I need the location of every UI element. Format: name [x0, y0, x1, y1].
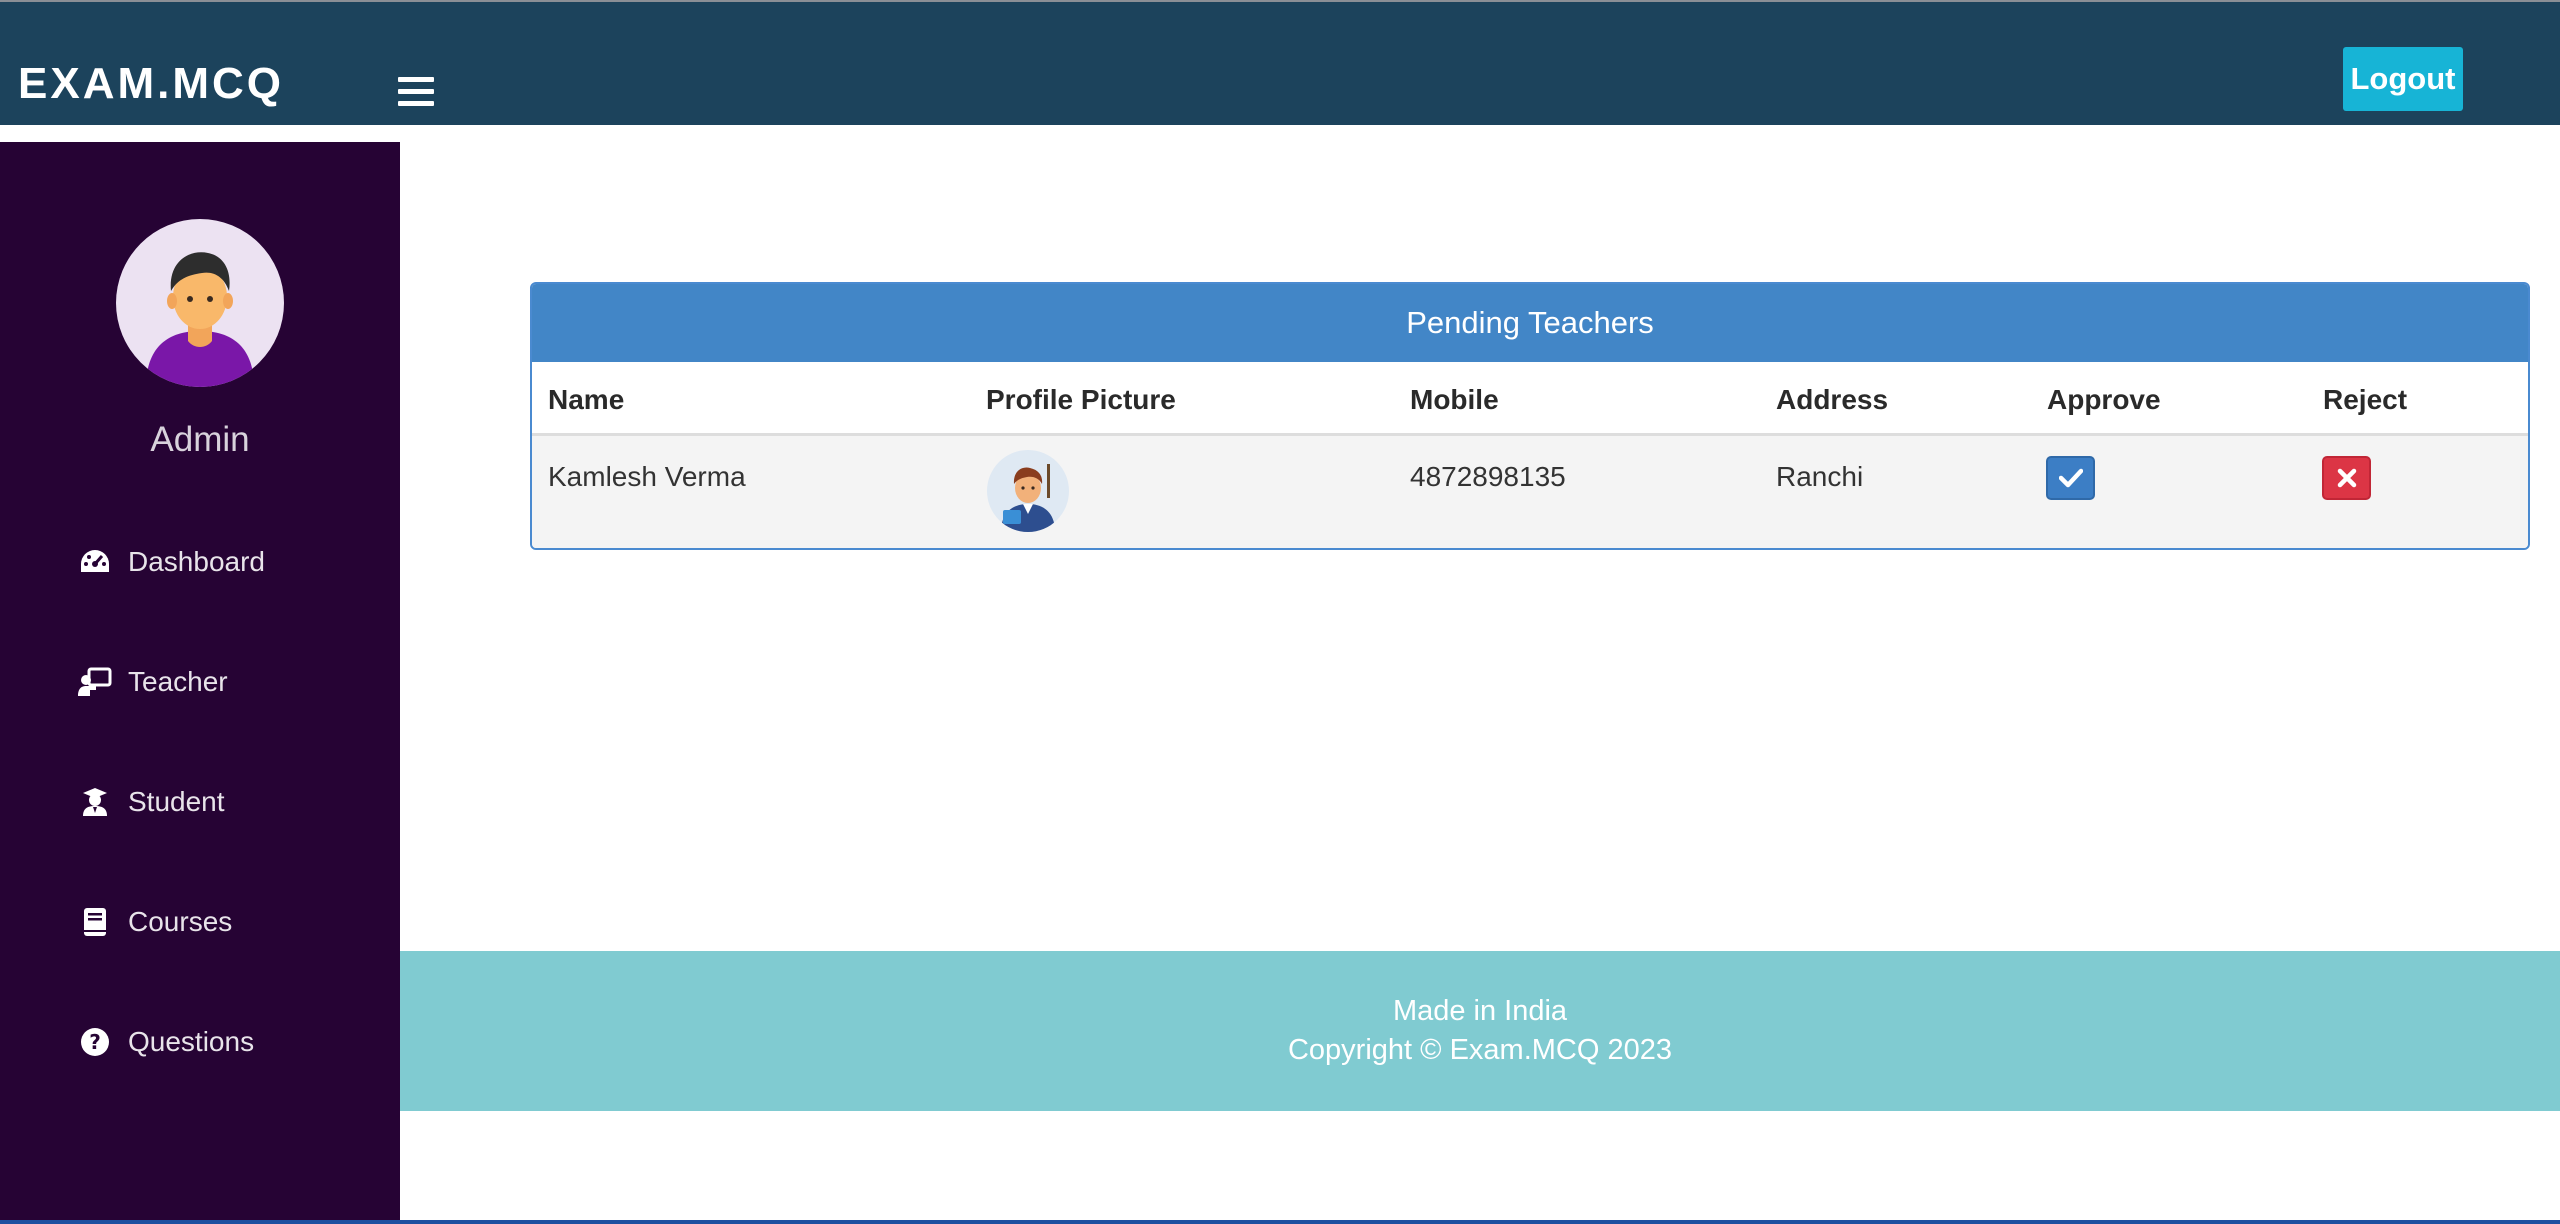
sidebar-item-student[interactable]: Student — [78, 777, 225, 827]
panel-title: Pending Teachers — [532, 284, 2528, 362]
admin-avatar — [116, 219, 284, 387]
sidebar: Admin Dashboard Teacher Student Courses … — [0, 142, 400, 1224]
column-header-address: Address — [1776, 384, 1889, 415]
teacher-avatar-icon — [1001, 464, 1055, 532]
footer: Made in India Copyright © Exam.MCQ 2023 — [400, 951, 2560, 1111]
sidebar-item-label: Questions — [128, 1026, 255, 1057]
menu-toggle-icon[interactable] — [398, 77, 436, 109]
sidebar-item-questions[interactable]: ? Questions — [78, 1017, 254, 1067]
sidebar-item-dashboard[interactable]: Dashboard — [78, 537, 265, 587]
top-navbar: EXAM.MCQ Logout — [0, 0, 2560, 125]
question-circle-icon: ? — [78, 1025, 112, 1059]
bottom-border — [0, 1220, 2560, 1224]
checkmark-icon — [2058, 468, 2083, 488]
column-header-reject: Reject — [2323, 384, 2408, 415]
admin-name: Admin — [150, 420, 250, 459]
table-row: Kamlesh Verma 4872898135 Ranchi — [532, 436, 2528, 548]
logout-button[interactable]: Logout — [2343, 47, 2463, 111]
student-icon — [78, 785, 112, 819]
footer-made-in: Made in India — [1392, 995, 1568, 1027]
sidebar-item-label: Courses — [128, 906, 233, 937]
svg-text:?: ? — [89, 1030, 101, 1054]
approve-button[interactable] — [2046, 456, 2095, 500]
user-avatar-icon — [146, 252, 254, 387]
teacher-mobile: 4872898135 — [1410, 461, 1566, 492]
sidebar-item-label: Teacher — [128, 666, 228, 697]
teacher-address: Ranchi — [1776, 461, 1864, 492]
brand-logo[interactable]: EXAM.MCQ — [18, 60, 284, 108]
sidebar-item-label: Dashboard — [128, 546, 265, 577]
close-icon — [2337, 468, 2356, 488]
book-icon — [78, 905, 112, 939]
reject-button[interactable] — [2322, 456, 2371, 500]
column-header-approve: Approve — [2047, 384, 2161, 415]
column-header-profile-picture: Profile Picture — [986, 384, 1176, 415]
dashboard-icon — [78, 545, 112, 579]
pending-teachers-panel: Pending Teachers Name Profile Picture Mo… — [530, 282, 2530, 550]
column-header-mobile: Mobile — [1410, 384, 1499, 415]
teacher-icon — [78, 665, 112, 699]
column-header-name: Name — [548, 384, 625, 415]
teacher-name: Kamlesh Verma — [548, 461, 746, 492]
table-header: Name Profile Picture Mobile Address Appr… — [532, 362, 2528, 436]
sidebar-item-teacher[interactable]: Teacher — [78, 657, 228, 707]
teacher-profile-picture — [987, 450, 1069, 532]
footer-copyright: Copyright © Exam.MCQ 2023 — [1287, 1034, 1672, 1066]
sidebar-item-courses[interactable]: Courses — [78, 897, 232, 947]
sidebar-item-label: Student — [128, 786, 225, 817]
